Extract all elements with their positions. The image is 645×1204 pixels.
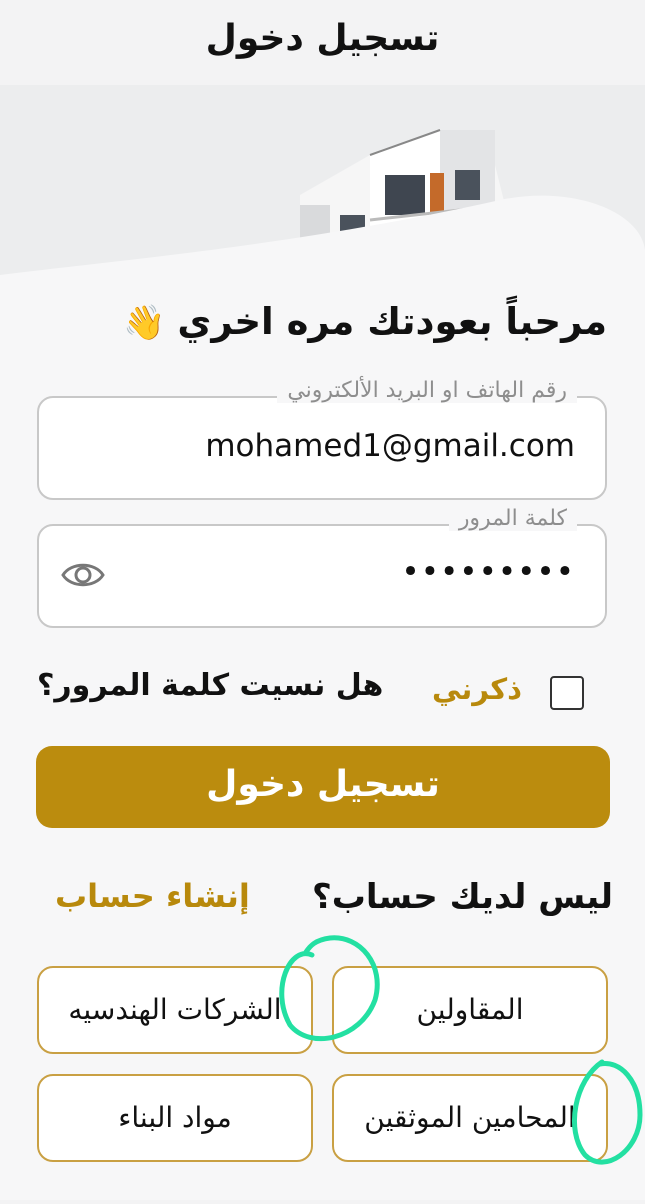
- no-account-text: ليس لديك حساب؟: [312, 877, 613, 917]
- email-field-label: رقم الهاتف او البريد الألكتروني: [277, 378, 577, 403]
- category-building-materials-button[interactable]: مواد البناء: [37, 1074, 313, 1162]
- category-contractors-button[interactable]: المقاولين: [332, 966, 608, 1054]
- email-field-value[interactable]: mohamed1@gmail.com: [205, 428, 575, 464]
- category-engineering-companies-button[interactable]: الشركات الهندسيه: [37, 966, 313, 1054]
- create-account-link[interactable]: إنشاء حساب: [55, 877, 250, 915]
- welcome-heading: مرحباً بعودتك مره اخري 👋: [47, 300, 607, 343]
- page-title: تسجيل دخول: [205, 18, 440, 59]
- remember-me-checkbox[interactable]: [550, 676, 584, 710]
- password-field[interactable]: كلمة المرور •••••••••: [37, 506, 607, 628]
- login-button[interactable]: تسجيل دخول: [36, 746, 610, 828]
- password-field-value[interactable]: •••••••••: [401, 554, 575, 590]
- welcome-text: مرحباً بعودتك مره اخري: [177, 300, 607, 343]
- password-field-label: كلمة المرور: [448, 506, 577, 531]
- forgot-password-link[interactable]: هل نسيت كلمة المرور؟: [37, 668, 383, 703]
- category-notary-lawyers-button[interactable]: المحامين الموثقين: [332, 1074, 608, 1162]
- waving-hand-icon: 👋: [123, 303, 166, 343]
- eye-icon[interactable]: [61, 558, 105, 596]
- email-field[interactable]: رقم الهاتف او البريد الألكتروني mohamed1…: [37, 378, 607, 500]
- remember-me-label[interactable]: ذكرني: [432, 672, 522, 706]
